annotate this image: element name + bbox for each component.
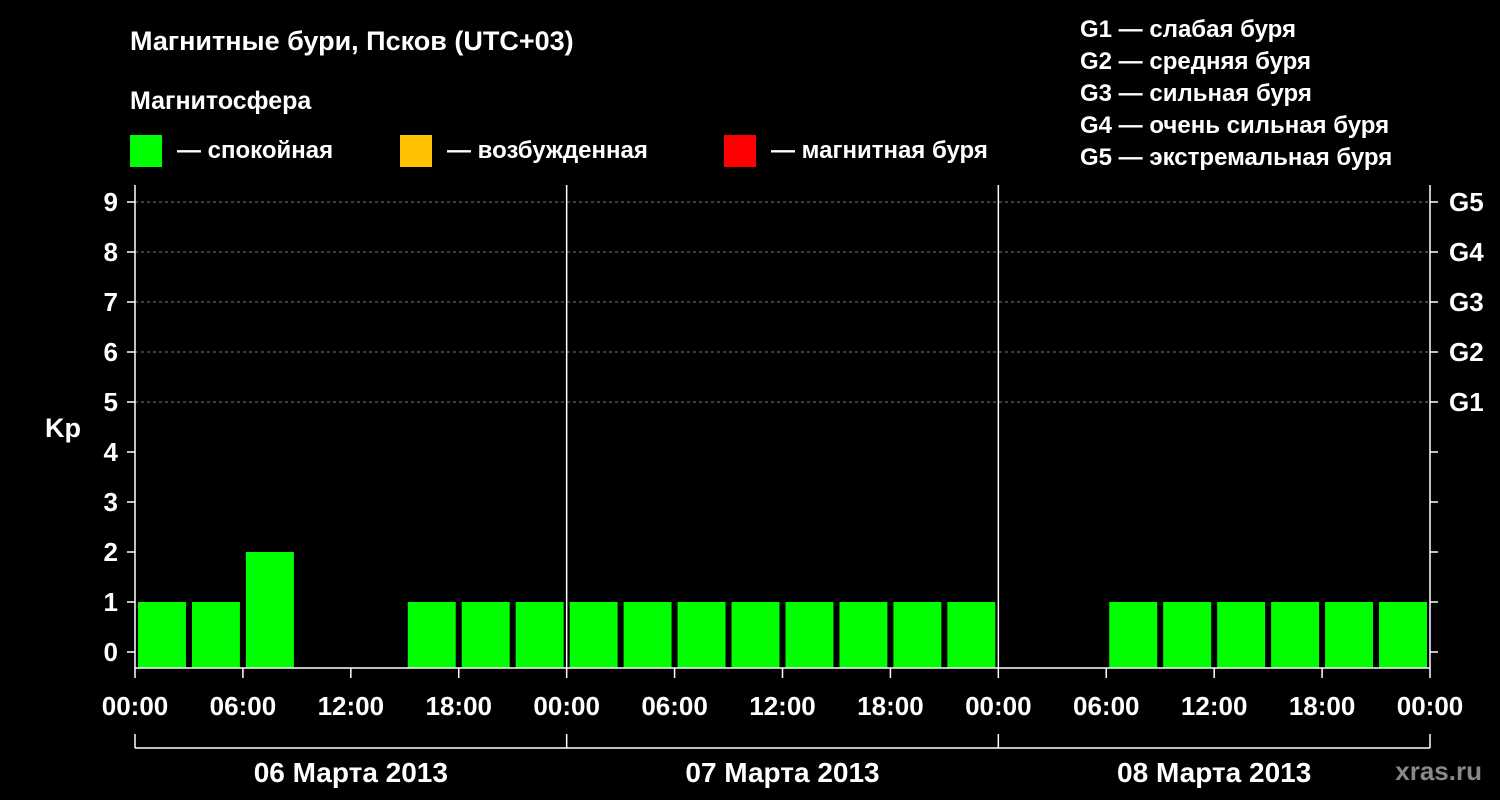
day-label: 07 Марта 2013 [685, 757, 879, 788]
x-tick-label: 00:00 [533, 691, 600, 721]
y-tick-label: 3 [104, 487, 118, 517]
day-label: 06 Марта 2013 [254, 757, 448, 788]
kp-bar [407, 602, 456, 668]
legend-label-active: — возбужденная [447, 137, 648, 164]
legend-label-storm: — магнитная буря [771, 137, 988, 164]
x-tick-label: 06:00 [210, 691, 277, 721]
x-tick-label: 00:00 [965, 691, 1032, 721]
storm-scale-g3: G3 — сильная буря [1080, 80, 1312, 107]
kp-chart: Магнитные бури, Псков (UTC+03) Магнитосф… [45, 16, 1484, 788]
kp-bar [1271, 602, 1320, 668]
kp-bar [1109, 602, 1158, 668]
legend-swatch-active [400, 135, 432, 167]
x-tick-label: 12:00 [749, 691, 816, 721]
kp-bar [515, 602, 564, 668]
g-scale-label: G5 [1449, 187, 1484, 217]
x-tick-label: 12:00 [1181, 691, 1248, 721]
x-tick-label: 06:00 [641, 691, 708, 721]
g-scale-label: G4 [1449, 237, 1484, 267]
storm-scale-g4: G4 — очень сильная буря [1080, 112, 1389, 139]
kp-bar [461, 602, 510, 668]
x-tick-label: 00:00 [102, 691, 169, 721]
g-scale-label: G1 [1449, 387, 1484, 417]
g-scale-label: G3 [1449, 287, 1484, 317]
legend-swatch-storm [724, 135, 756, 167]
x-tick-label: 18:00 [1289, 691, 1356, 721]
y-tick-label: 6 [104, 337, 118, 367]
y-tick-label: 0 [104, 637, 118, 667]
y-tick-label: 1 [104, 587, 118, 617]
kp-bar [839, 602, 888, 668]
y-tick-label: 2 [104, 537, 118, 567]
kp-bar [1325, 602, 1374, 668]
legend-label-quiet: — спокойная [177, 137, 333, 164]
kp-bar [785, 602, 834, 668]
kp-bar [1163, 602, 1212, 668]
x-tick-label: 18:00 [857, 691, 924, 721]
y-axis-label: Kp [45, 413, 81, 443]
g-scale-label: G2 [1449, 337, 1484, 367]
kp-bar [731, 602, 780, 668]
y-tick-label: 4 [104, 437, 119, 467]
y-tick-label: 8 [104, 237, 118, 267]
y-tick-label: 9 [104, 187, 118, 217]
legend-heading: Магнитосфера [130, 87, 312, 115]
legend-swatch-quiet [130, 135, 162, 167]
chart-title: Магнитные бури, Псков (UTC+03) [130, 26, 574, 56]
storm-scale-g5: G5 — экстремальная буря [1080, 144, 1392, 171]
watermark: xras.ru [1395, 756, 1482, 786]
kp-bar [947, 602, 996, 668]
y-tick-label: 5 [104, 387, 118, 417]
kp-bar [677, 602, 726, 668]
kp-bar [245, 552, 294, 668]
storm-scale-g2: G2 — средняя буря [1080, 48, 1311, 75]
day-label: 08 Марта 2013 [1117, 757, 1311, 788]
x-tick-label: 12:00 [318, 691, 385, 721]
x-tick-label: 00:00 [1397, 691, 1464, 721]
kp-bar [623, 602, 672, 668]
kp-bar [893, 602, 942, 668]
kp-bar [1379, 602, 1427, 668]
kp-bar [1217, 602, 1266, 668]
kp-bar [191, 602, 240, 668]
kp-bar [138, 602, 186, 668]
storm-scale-g1: G1 — слабая буря [1080, 16, 1296, 43]
kp-bar [569, 602, 618, 668]
y-tick-label: 7 [104, 287, 118, 317]
x-tick-label: 18:00 [426, 691, 493, 721]
x-tick-label: 06:00 [1073, 691, 1140, 721]
plot-area: 0 1 2 3 4 5 6 7 8 9 G1 G2 G3 G4 G5 00:00 06:00 12:00 18:00… [102, 185, 1484, 788]
